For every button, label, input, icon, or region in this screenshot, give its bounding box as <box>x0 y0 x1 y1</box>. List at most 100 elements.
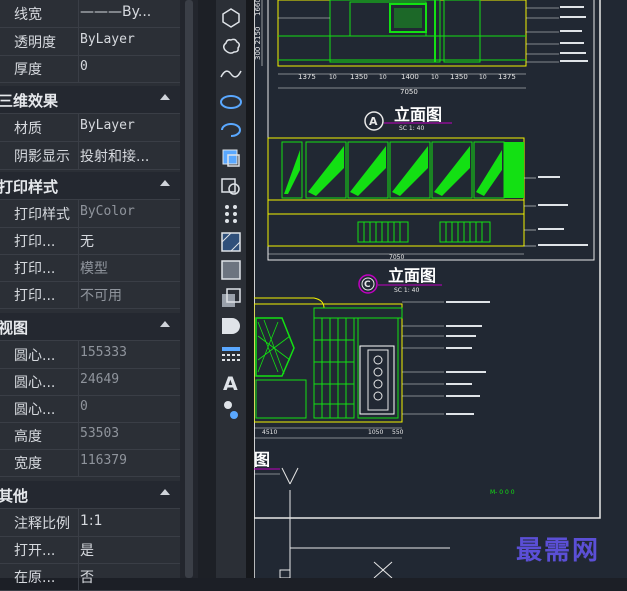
prop-divider <box>78 114 79 141</box>
prop-divider <box>78 28 79 55</box>
gradient-icon[interactable] <box>219 258 243 282</box>
hatch-icon[interactable] <box>219 230 243 254</box>
dim-top-7: 1350 <box>450 73 468 81</box>
prop-row-plot-style[interactable]: 打印样式 ByColor <box>0 200 180 228</box>
prop-row-thickness[interactable]: 厚度 0 <box>0 55 180 83</box>
section-title: 视图 <box>0 319 29 337</box>
prop-value: 0 <box>80 59 88 74</box>
section-header-plot-style[interactable]: 打印样式 <box>0 172 180 200</box>
prop-value: 24649 <box>80 372 120 387</box>
prop-row-transparency[interactable]: 透明度 ByLayer <box>0 28 180 56</box>
prop-divider <box>78 200 79 227</box>
prop-value: 53503 <box>80 426 120 441</box>
prop-divider <box>78 341 79 368</box>
point-icon[interactable] <box>219 202 243 226</box>
dim-top-9: 1375 <box>498 73 516 81</box>
dim-top-8: 10 <box>479 74 487 81</box>
prop-value: 模型 <box>80 261 108 277</box>
prop-key: 厚度 <box>14 62 42 78</box>
prop-divider <box>78 227 79 254</box>
prop-key: 注释比例 <box>14 516 70 532</box>
prop-value: ———By... <box>80 4 152 20</box>
drawing-canvas[interactable]: 1660 300 2150 1375 10 1350 10 1400 10 13… <box>254 0 627 578</box>
section-header-3d-effects[interactable]: 三维效果 <box>0 86 180 114</box>
drawing-stamp: M- 0 0 0 <box>490 489 515 496</box>
collapse-arrow-icon[interactable] <box>160 489 170 495</box>
properties-scrollbar[interactable] <box>180 0 198 578</box>
make-block-icon[interactable] <box>219 174 243 198</box>
collapse-arrow-icon[interactable] <box>160 180 170 186</box>
dim-bottom-3: 550 <box>392 429 404 436</box>
prop-row-plot-table[interactable]: 打印... 无 <box>0 227 180 255</box>
prop-row-center-x[interactable]: 圆心... 155333 <box>0 341 180 369</box>
dim-top-1: 1375 <box>298 73 316 81</box>
dim-bottom-1: 4510 <box>262 429 277 436</box>
properties-panel: 线宽 ———By... 透明度 ByLayer 厚度 0 三维效果 材质 ByL… <box>0 0 180 591</box>
prop-divider <box>78 536 79 563</box>
table-icon[interactable] <box>219 342 243 366</box>
insert-block-icon[interactable] <box>219 146 243 170</box>
prop-divider <box>78 0 79 27</box>
prop-key: 打印... <box>14 261 56 277</box>
scrollbar-thumb[interactable] <box>185 0 193 578</box>
elevation-scale-c: SC 1: 40 <box>394 287 419 294</box>
prop-divider <box>78 449 79 476</box>
elevation-title-a: 立面图 <box>394 105 442 124</box>
svg-text:A: A <box>223 373 238 394</box>
prop-row-plot-type[interactable]: 打印... 不可用 <box>0 281 180 309</box>
watermark: 最需网 <box>516 536 601 566</box>
polygon-icon[interactable] <box>219 6 243 30</box>
section-header-view[interactable]: 视图 <box>0 313 180 341</box>
prop-key: 打印... <box>14 234 56 250</box>
section-header-misc[interactable]: 其他 <box>0 481 180 509</box>
section-title: 打印样式 <box>0 178 59 196</box>
prop-key: 线宽 <box>14 7 42 23</box>
prop-key: 打开... <box>14 543 56 559</box>
prop-row-annotation-scale[interactable]: 注释比例 1:1 <box>0 509 180 537</box>
prop-row-ucs-at-origin[interactable]: 在原... 否 <box>0 563 180 591</box>
prop-row-center-y[interactable]: 圆心... 24649 <box>0 368 180 396</box>
prop-value: 是 <box>80 543 94 559</box>
dim-top-3: 1350 <box>350 73 368 81</box>
ellipse-icon[interactable] <box>219 90 243 114</box>
prop-divider <box>78 142 79 169</box>
prop-value: 投射和接... <box>80 149 150 165</box>
prop-key: 打印... <box>14 288 56 304</box>
prop-value: 116379 <box>80 453 127 468</box>
prop-divider <box>78 422 79 449</box>
prop-row-center-z[interactable]: 圆心... 0 <box>0 395 180 423</box>
draw-toolbar: A <box>216 0 246 578</box>
elevation-scale-a: SC 1: 40 <box>399 125 424 132</box>
wipeout-icon[interactable] <box>219 314 243 338</box>
dim-top-2: 10 <box>329 74 337 81</box>
prop-divider <box>78 395 79 422</box>
cad-drawing: 1660 300 2150 1375 10 1350 10 1400 10 13… <box>254 0 601 578</box>
prop-key: 圆心... <box>14 402 56 418</box>
prop-row-lineweight[interactable]: 线宽 ———By... <box>0 0 180 28</box>
elevation-title-partial: 图 <box>254 450 270 469</box>
dim-top-5: 1400 <box>401 73 419 81</box>
prop-row-width[interactable]: 宽度 116379 <box>0 449 180 477</box>
prop-key: 材质 <box>14 121 42 137</box>
region-icon[interactable] <box>219 286 243 310</box>
revision-cloud-icon[interactable] <box>219 34 243 58</box>
collapse-arrow-icon[interactable] <box>160 321 170 327</box>
prop-row-plot-attached[interactable]: 打印... 模型 <box>0 254 180 282</box>
prop-key: 打印样式 <box>14 207 70 223</box>
elevation-title-c: 立面图 <box>388 266 436 285</box>
toolbar-separator <box>246 0 254 578</box>
prop-value: 1:1 <box>80 513 103 529</box>
collapse-arrow-icon[interactable] <box>160 94 170 100</box>
prop-value: 否 <box>80 570 94 586</box>
prop-row-ucs-icon-on[interactable]: 打开... 是 <box>0 536 180 564</box>
dim-top-4: 10 <box>379 74 387 81</box>
prop-row-height[interactable]: 高度 53503 <box>0 422 180 450</box>
prop-divider <box>78 563 79 590</box>
prop-row-material[interactable]: 材质 ByLayer <box>0 114 180 142</box>
ellipse-arc-icon[interactable] <box>219 118 243 142</box>
add-selected-icon[interactable] <box>219 398 243 422</box>
spline-icon[interactable] <box>219 62 243 86</box>
prop-row-shadow-display[interactable]: 阴影显示 投射和接... <box>0 142 180 170</box>
multiline-text-icon[interactable]: A <box>219 370 243 394</box>
prop-value: ByColor <box>80 204 135 219</box>
